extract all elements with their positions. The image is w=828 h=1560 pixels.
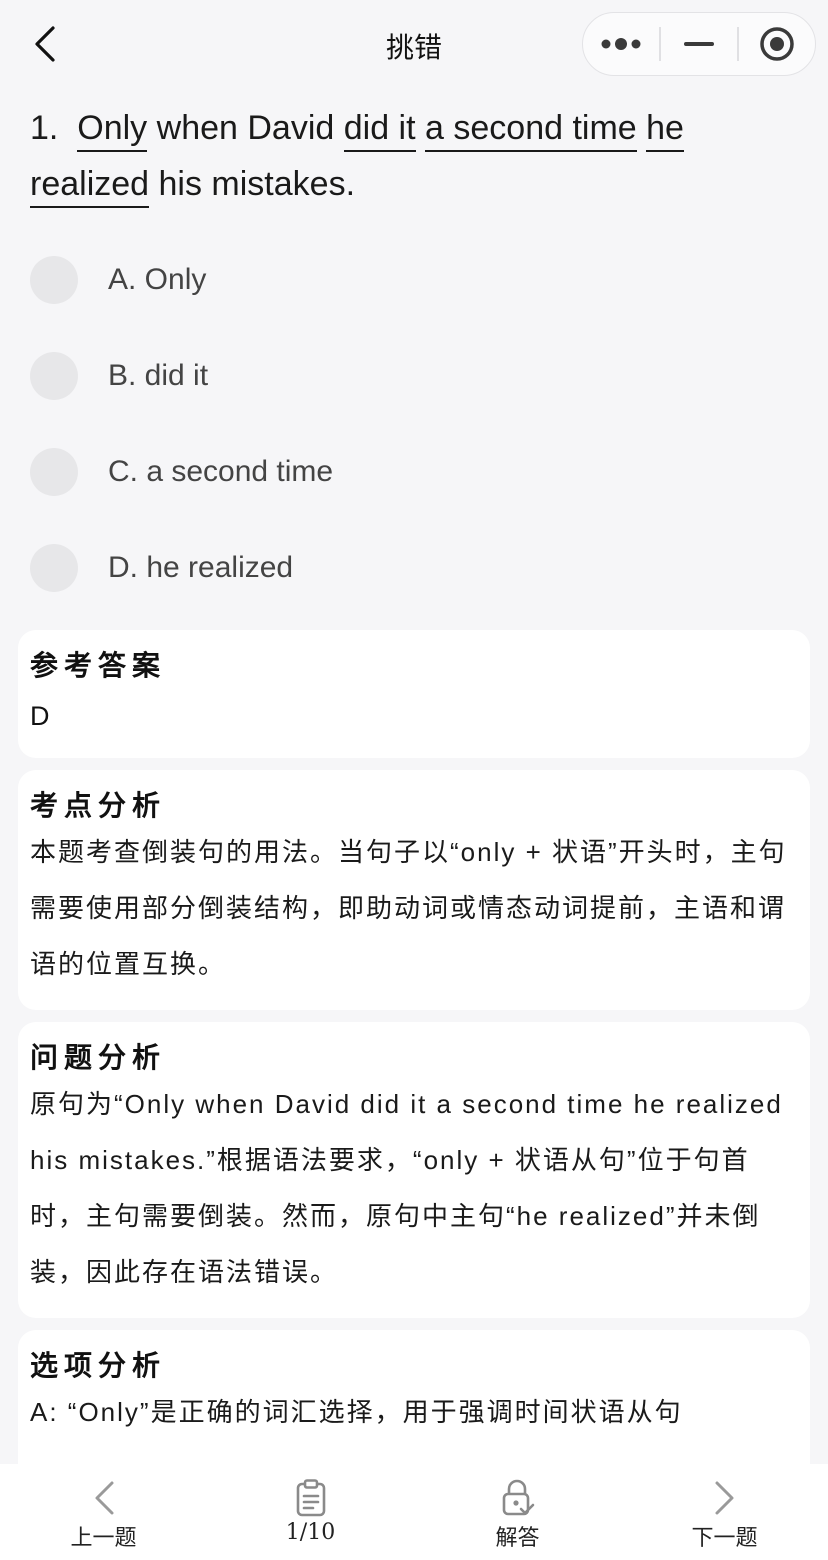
option-label: B. did it: [108, 359, 209, 392]
clipboard-icon: [296, 1479, 325, 1517]
option-analysis-title: 选项分析: [30, 1350, 167, 1381]
more-dots-icon: [601, 38, 641, 50]
question-segment: when David: [147, 109, 344, 147]
question-segment: did it: [343, 109, 416, 152]
miniprogram-capsule: [582, 12, 816, 76]
progress-label: 1/10: [285, 1520, 336, 1545]
nav-header: 挑错: [0, 0, 828, 88]
radio-button[interactable]: [30, 544, 78, 592]
bottom-nav: 上一题 1/10 解答 下一题: [0, 1464, 828, 1560]
option-label: C. a second time: [108, 455, 334, 488]
problem-analysis-text: 原句为“Only when David did it a second time…: [30, 1089, 783, 1287]
reference-answer-card: 参考答案 D: [18, 630, 810, 758]
page: 挑错 1. Only when David did it a second ti…: [0, 0, 828, 1560]
point-analysis-text: 本题考查倒装句的用法。当句子以“only + 状语”开头时，主句需要使用部分倒装…: [30, 837, 787, 979]
radio-button[interactable]: [30, 448, 78, 496]
problem-analysis-card: 问题分析 原句为“Only when David did it a second…: [18, 1022, 810, 1318]
lock-check-icon: [502, 1479, 534, 1516]
problem-analysis-title: 问题分析: [30, 1042, 167, 1073]
prev-question-label: 上一题: [70, 1526, 137, 1551]
option-a[interactable]: A. Only: [30, 232, 800, 328]
radio-button[interactable]: [30, 352, 78, 400]
back-button[interactable]: [22, 20, 66, 68]
next-question-button[interactable]: 下一题: [621, 1464, 828, 1560]
option-analysis-text: A: “Only”是正确的词汇选择，用于强调时间状语从句: [30, 1397, 683, 1427]
minus-icon: [683, 42, 714, 46]
prev-question-button[interactable]: 上一题: [0, 1464, 207, 1560]
view-answer-label: 解答: [495, 1526, 540, 1551]
next-question-label: 下一题: [691, 1526, 758, 1551]
progress-button[interactable]: 1/10: [207, 1464, 414, 1560]
option-b[interactable]: B. did it: [30, 328, 800, 424]
option-label: D. he realized: [108, 551, 294, 584]
more-button[interactable]: [583, 13, 659, 75]
question-segment: Only: [77, 109, 148, 152]
question-number: 1.: [30, 109, 59, 147]
option-label: A. Only: [108, 263, 207, 296]
chevron-left-icon: [95, 1481, 113, 1515]
radio-button[interactable]: [30, 256, 78, 304]
option-d[interactable]: D. he realized: [30, 520, 800, 616]
question-segment: realized: [30, 165, 150, 208]
option-c[interactable]: C. a second time: [30, 424, 800, 520]
question-text: 1. Only when David did it a second time …: [30, 100, 800, 212]
question-segment: [637, 109, 646, 147]
point-analysis-card: 考点分析 本题考查倒装句的用法。当句子以“only + 状语”开头时，主句需要使…: [18, 770, 810, 1010]
view-answer-button[interactable]: 解答: [414, 1464, 621, 1560]
minimize-button[interactable]: [661, 13, 737, 75]
chevron-left-icon: [35, 26, 55, 62]
question-segment: his mistakes.: [149, 165, 356, 203]
options-list: A. Only B. did it C. a second time D. he…: [30, 232, 800, 616]
chevron-right-icon: [715, 1481, 733, 1515]
point-analysis-title: 考点分析: [30, 790, 167, 821]
reference-answer-title: 参考答案: [30, 650, 167, 681]
question-segment: [416, 109, 425, 147]
question-segment: he: [646, 109, 684, 152]
reference-answer-value: D: [30, 701, 50, 731]
close-miniprogram-button[interactable]: [739, 13, 815, 75]
target-circle-icon: [760, 27, 794, 61]
question-segment: a second time: [425, 109, 637, 152]
